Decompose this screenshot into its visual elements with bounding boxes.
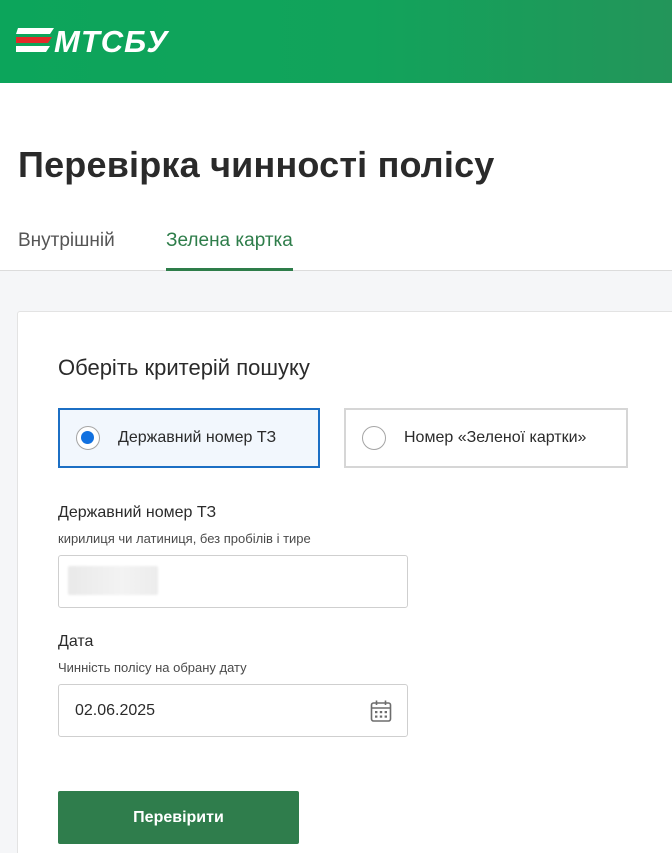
- criterion-green-card-number[interactable]: Номер «Зеленої картки»: [344, 408, 628, 468]
- mtsbu-logo[interactable]: МТСБУ: [16, 24, 168, 58]
- plate-number-radio-label: Державний номер ТЗ: [118, 429, 277, 446]
- date-input[interactable]: [58, 684, 408, 737]
- section-title: Оберіть критерій пошуку: [58, 355, 310, 380]
- logo-text: МТСБУ: [54, 23, 169, 59]
- plate-field-hint: кирилиця чи латиниця, без пробілів і тир…: [58, 531, 311, 546]
- calendar-icon[interactable]: [370, 699, 392, 723]
- green-card-number-radio[interactable]: [362, 426, 386, 450]
- tab-bar: Внутрішній Зелена картка: [0, 222, 672, 271]
- plate-number-radio[interactable]: [76, 426, 100, 450]
- mtsbu-logo-icon: [16, 28, 54, 52]
- plate-field-label: Державний номер ТЗ: [58, 504, 217, 521]
- date-field-label: Дата: [58, 633, 94, 650]
- page-title: Перевірка чинності полісу: [18, 144, 495, 185]
- tab-internal[interactable]: Внутрішній: [18, 230, 115, 270]
- criterion-plate-number[interactable]: Державний номер ТЗ: [58, 408, 320, 468]
- tab-green-card[interactable]: Зелена картка: [166, 230, 293, 271]
- check-button[interactable]: Перевірити: [58, 791, 299, 844]
- redacted-value: [68, 566, 158, 595]
- site-header: МТСБУ: [0, 0, 672, 83]
- tab-green-card-label: Зелена картка: [166, 230, 293, 251]
- date-field-hint: Чинність полісу на обрану дату: [58, 660, 247, 675]
- tab-internal-label: Внутрішній: [18, 230, 115, 251]
- green-card-number-radio-label: Номер «Зеленої картки»: [404, 429, 587, 446]
